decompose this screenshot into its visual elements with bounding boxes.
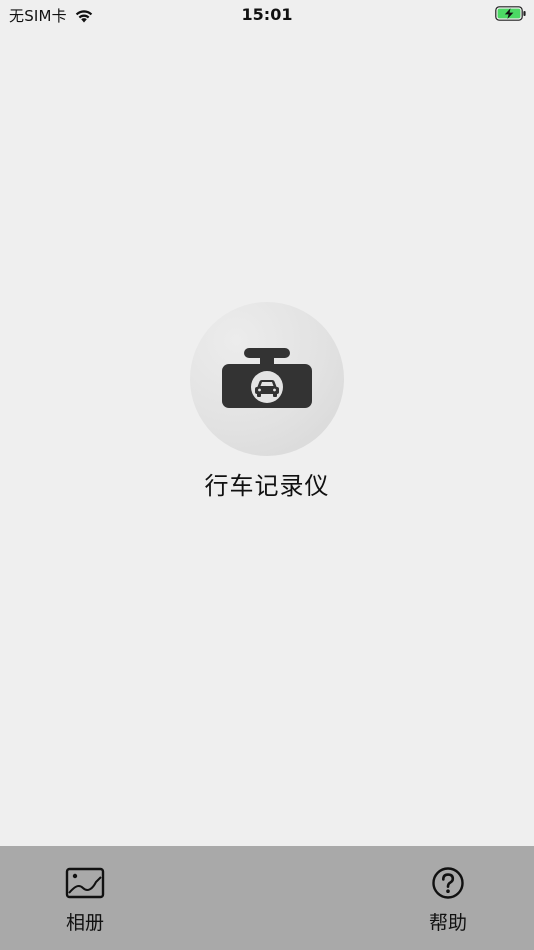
tab-album[interactable]: 相册 bbox=[40, 846, 130, 950]
dashcam-device-button[interactable] bbox=[190, 302, 344, 456]
tab-album-label: 相册 bbox=[65, 912, 104, 934]
battery-charging-icon bbox=[495, 6, 526, 21]
tab-help[interactable]: 帮助 bbox=[403, 846, 493, 950]
help-circle-icon bbox=[432, 867, 464, 899]
app-screen: 无SIM卡 15:01 行车记录仪 相册 帮助 bbox=[0, 0, 534, 950]
device-label[interactable]: 行车记录仪 bbox=[0, 466, 534, 501]
tab-help-label: 帮助 bbox=[428, 912, 467, 934]
photo-album-icon bbox=[65, 867, 105, 899]
dashcam-car-icon bbox=[222, 348, 312, 408]
status-bar: 无SIM卡 15:01 bbox=[0, 0, 534, 28]
status-time: 15:01 bbox=[241, 5, 293, 24]
bottom-tab-bar: 相册 帮助 bbox=[0, 846, 534, 950]
